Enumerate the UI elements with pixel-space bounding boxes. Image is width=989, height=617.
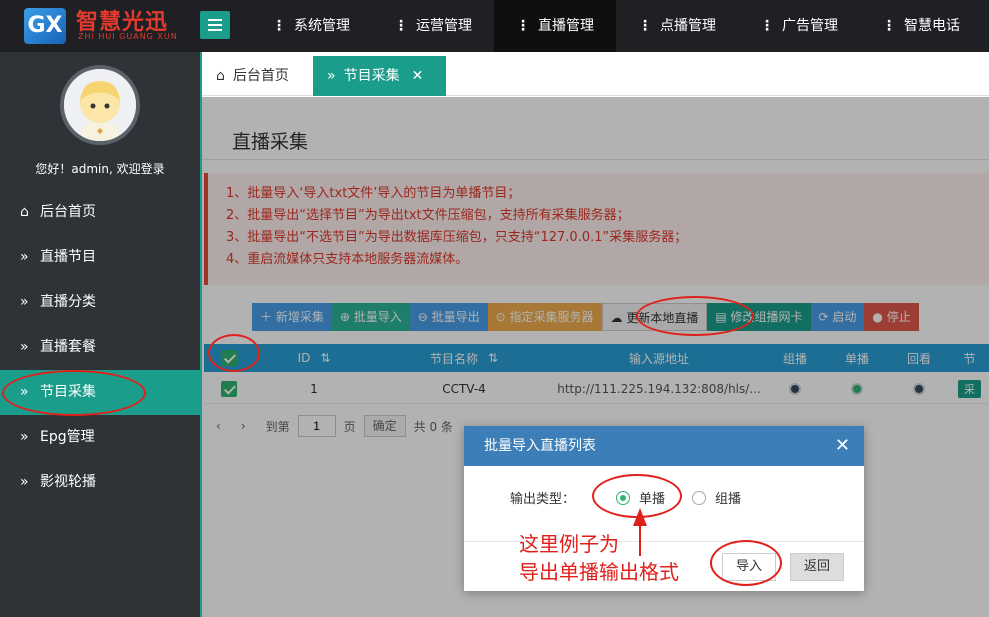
annotation-line: 这里例子为 xyxy=(519,532,619,556)
annotation-line: 导出单播输出格式 xyxy=(519,560,679,584)
annotation-arrow-icon xyxy=(633,508,647,556)
annotation-note: 这里例子为 导出单播输出格式 xyxy=(519,530,679,586)
